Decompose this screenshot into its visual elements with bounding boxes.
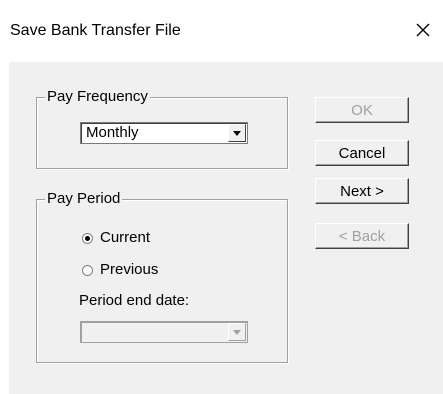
- cancel-button[interactable]: Cancel: [315, 140, 409, 166]
- period-end-date-label: Period end date:: [79, 292, 190, 309]
- radio-previous-label: Previous: [100, 261, 159, 278]
- pay-frequency-dropdown-button[interactable]: [228, 124, 246, 142]
- ok-button[interactable]: OK: [315, 97, 409, 123]
- radio-current-indicator[interactable]: [82, 232, 93, 244]
- period-end-date-dropdown[interactable]: [80, 321, 248, 343]
- radio-current[interactable]: Current: [82, 228, 150, 248]
- chevron-down-icon: [233, 329, 241, 335]
- title-bar: Save Bank Transfer File: [0, 0, 443, 62]
- next-button[interactable]: Next >: [315, 178, 409, 204]
- radio-previous-indicator[interactable]: [82, 264, 93, 276]
- pay-frequency-group: Pay Frequency Monthly: [36, 88, 288, 169]
- close-icon: [416, 23, 430, 37]
- dialog-body: Pay Frequency Monthly Pay Period Current…: [9, 62, 443, 394]
- pay-frequency-dropdown[interactable]: Monthly: [80, 122, 248, 144]
- close-button[interactable]: [403, 10, 443, 50]
- pay-period-label: Pay Period: [45, 190, 123, 208]
- pay-period-group: Pay Period Current Previous Period end d…: [36, 190, 288, 363]
- chevron-down-icon: [233, 130, 241, 136]
- dialog-title: Save Bank Transfer File: [10, 22, 181, 39]
- period-end-date-dropdown-button[interactable]: [228, 323, 246, 341]
- radio-current-label: Current: [100, 229, 151, 246]
- pay-frequency-label: Pay Frequency: [45, 88, 150, 106]
- radio-previous[interactable]: Previous: [82, 260, 158, 280]
- save-bank-transfer-dialog: Save Bank Transfer File Pay Frequency Mo…: [0, 0, 443, 394]
- back-button[interactable]: < Back: [315, 223, 409, 249]
- pay-frequency-value: Monthly: [86, 124, 139, 141]
